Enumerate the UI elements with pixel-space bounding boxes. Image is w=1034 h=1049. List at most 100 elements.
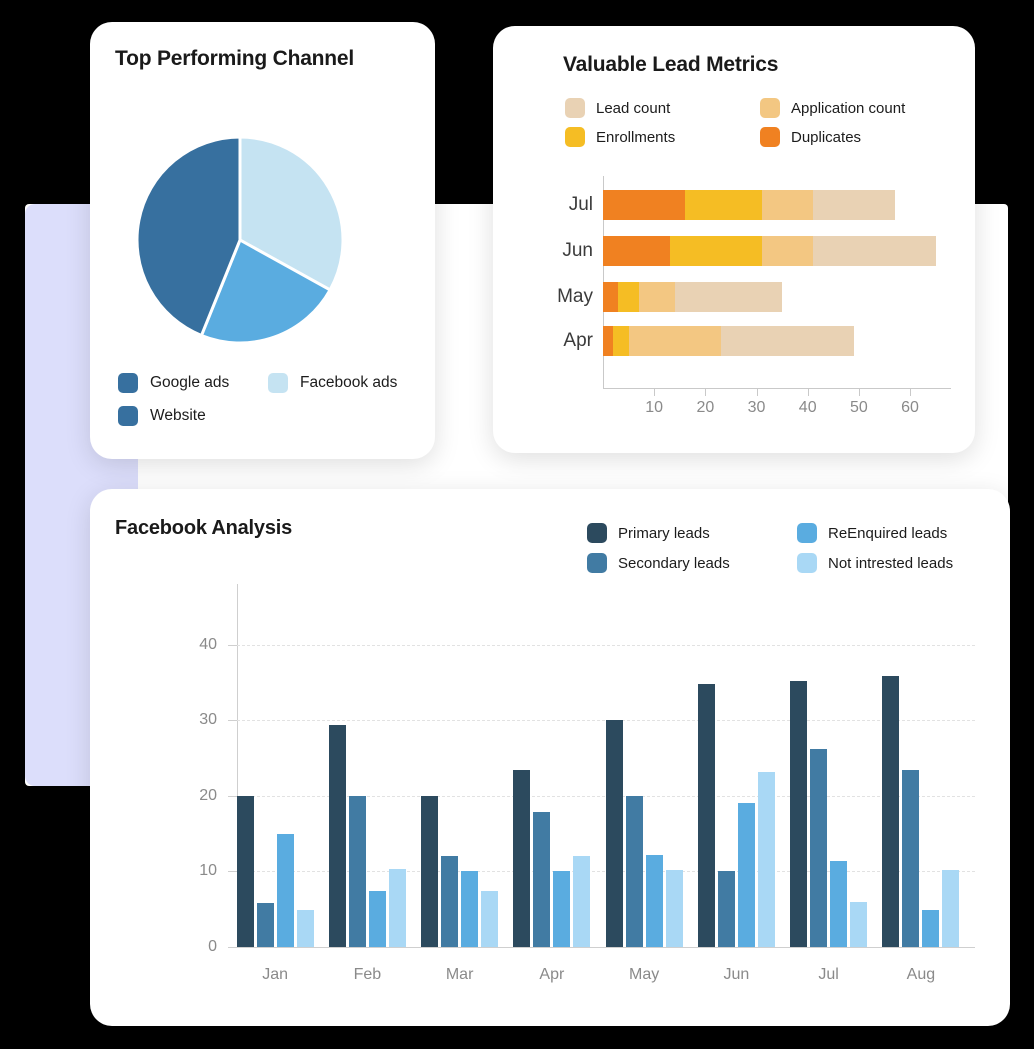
legend-swatch-icon	[565, 127, 585, 147]
vbar-bar[interactable]	[573, 856, 591, 947]
vbar-y-tick-label: 20	[199, 786, 217, 804]
vbar-bar[interactable]	[296, 909, 314, 947]
hbar-segment[interactable]	[684, 190, 762, 220]
vbar-bar[interactable]	[790, 680, 808, 947]
legend-swatch-icon	[587, 553, 607, 573]
vbar-x-label: Feb	[353, 966, 382, 983]
vbar-x-label: May	[629, 966, 660, 983]
vbar-bar[interactable]	[922, 909, 940, 947]
vbar-bar[interactable]	[830, 860, 848, 947]
vbar-bar[interactable]	[481, 891, 499, 947]
vbar-y-tick-label: 40	[199, 635, 217, 653]
legend-leads-item[interactable]: Duplicates	[760, 127, 955, 147]
vbar-bar[interactable]	[902, 770, 920, 947]
legend-fb-label: ReEnquired leads	[828, 524, 948, 542]
hbar-category-label: Apr	[563, 330, 593, 351]
hbar-row[interactable]: May	[557, 282, 783, 312]
vbar-bar[interactable]	[348, 795, 366, 947]
hbar-segment[interactable]	[674, 282, 783, 312]
vbar-bar[interactable]	[850, 902, 868, 947]
hbar-segment[interactable]	[603, 236, 670, 266]
legend-fb-item[interactable]: ReEnquired leads	[797, 523, 1007, 543]
legend-swatch-icon	[587, 523, 607, 543]
vbar-bar[interactable]	[665, 869, 683, 947]
vbar-bar[interactable]	[645, 854, 663, 947]
vbar-bar[interactable]	[236, 795, 254, 947]
vbar-bar[interactable]	[757, 771, 775, 947]
hbar-row[interactable]: Jun	[562, 236, 936, 266]
vbar-bar[interactable]	[737, 803, 755, 947]
legend-fb-item[interactable]: Primary leads	[587, 523, 797, 543]
vbar-y-tick-label: 0	[208, 938, 217, 955]
legend-fb-item[interactable]: Secondary leads	[587, 553, 797, 573]
legend-leads-item[interactable]: Lead count	[565, 98, 760, 118]
vbar-group	[421, 584, 499, 947]
vbar-bar[interactable]	[421, 795, 439, 947]
legend-fb-label: Primary leads	[618, 524, 710, 542]
vbar-bar[interactable]	[810, 748, 828, 947]
hbar-x-tick	[858, 388, 860, 396]
legend-pie-item[interactable]: Google ads	[118, 373, 268, 393]
hbar-segment[interactable]	[720, 326, 854, 356]
hbar-segment[interactable]	[812, 236, 936, 266]
vbar-bar[interactable]	[625, 795, 643, 947]
hbar-segment[interactable]	[618, 282, 639, 312]
card-valuable-lead-metrics: Valuable Lead Metrics Lead count Applicat…	[493, 26, 975, 453]
hbar-segment[interactable]	[669, 236, 762, 266]
hbar-segment[interactable]	[628, 326, 721, 356]
hbar-segment[interactable]	[761, 236, 813, 266]
vbar-group	[697, 584, 775, 947]
legend-fb-item[interactable]: Not intrested leads	[797, 553, 1007, 573]
grouped-bar-chart: 0 10 20 30 40 Jan Feb Mar Apr May Jun Jul Aug	[145, 584, 975, 984]
vbar-bar[interactable]	[533, 812, 551, 947]
vbar-bar[interactable]	[882, 675, 900, 947]
vbar-bar[interactable]	[461, 871, 479, 947]
legend-pie-item[interactable]: Facebook ads	[268, 373, 418, 393]
hbar-segment[interactable]	[613, 326, 629, 356]
vbar-group	[513, 584, 591, 947]
hbar-category-label: Jun	[562, 240, 593, 261]
legend-swatch-icon	[797, 523, 817, 543]
vbar-bar[interactable]	[441, 856, 459, 947]
vbar-bar[interactable]	[328, 725, 346, 947]
vbar-x-label: Jun	[723, 966, 750, 983]
hbar-x-axis-line	[603, 388, 951, 389]
hbar-segment[interactable]	[603, 190, 685, 220]
vbar-bar[interactable]	[717, 871, 735, 947]
vbar-bar[interactable]	[256, 903, 274, 947]
card-facebook-analysis: Facebook Analysis Primary leads ReEnquire…	[90, 489, 1010, 1026]
legend-leads-item[interactable]: Application count	[760, 98, 955, 118]
card-title-channel: Top Performing Channel	[115, 47, 355, 70]
vbar-bar[interactable]	[276, 833, 294, 947]
legend-pie-item[interactable]: Website	[118, 406, 268, 426]
vbar-group	[605, 584, 683, 947]
hbar-x-tick	[705, 388, 707, 396]
hbar-x-tick	[654, 388, 656, 396]
legend-pie-label: Website	[150, 407, 206, 424]
vbar-bar[interactable]	[513, 770, 531, 947]
horizontal-stacked-bar-chart: Jul Jun May Apr 10 20 30 40 50 60	[533, 176, 953, 421]
vbar-bar[interactable]	[697, 683, 715, 947]
hbar-segment[interactable]	[603, 326, 614, 356]
hbar-segment[interactable]	[812, 190, 895, 220]
vbar-bar[interactable]	[605, 720, 623, 947]
legend-swatch-icon	[565, 98, 585, 118]
hbar-category-label: Jul	[568, 194, 593, 215]
vbar-bar[interactable]	[368, 891, 386, 947]
vbar-bar[interactable]	[388, 869, 406, 947]
hbar-segment[interactable]	[638, 282, 675, 312]
vbar-bar[interactable]	[553, 871, 571, 947]
hbar-row[interactable]: Jul	[569, 190, 895, 220]
hbar-segment[interactable]	[761, 190, 813, 220]
vbar-bar[interactable]	[942, 869, 960, 947]
legend-fb-label: Secondary leads	[618, 554, 730, 572]
hbar-x-tick-label: 60	[901, 399, 919, 416]
hbar-segment[interactable]	[603, 282, 619, 312]
vbar-x-axis-line	[237, 947, 975, 948]
legend-swatch-icon	[760, 98, 780, 118]
legend-leads-label: Application count	[791, 99, 906, 117]
legend-leads-item[interactable]: Enrollments	[565, 127, 760, 147]
dashboard-root: Top Performing Channel Google ads Faceboo…	[0, 0, 1034, 1049]
hbar-row[interactable]: Apr	[563, 326, 854, 356]
hbar-x-tick-label: 20	[696, 399, 715, 416]
